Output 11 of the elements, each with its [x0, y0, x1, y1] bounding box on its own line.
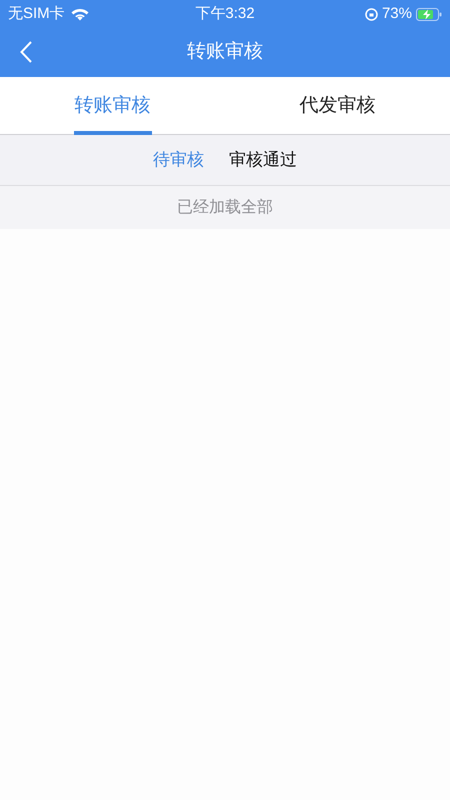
clock-text: 下午3:32 [195, 4, 255, 24]
carrier-text: 无SIM卡 [8, 4, 65, 24]
page-title: 转账审核 [187, 40, 263, 64]
tab[interactable]: 代发审核 [298, 77, 376, 135]
battery-icon [416, 8, 442, 20]
rotation-lock-icon [364, 8, 378, 20]
battery-percent: 73% [382, 4, 412, 24]
wifi-icon [70, 8, 89, 20]
load-status-text: 已经加载全部 [177, 198, 273, 218]
back-icon [20, 41, 32, 63]
filter-tab[interactable]: 审核通过 [229, 147, 297, 173]
